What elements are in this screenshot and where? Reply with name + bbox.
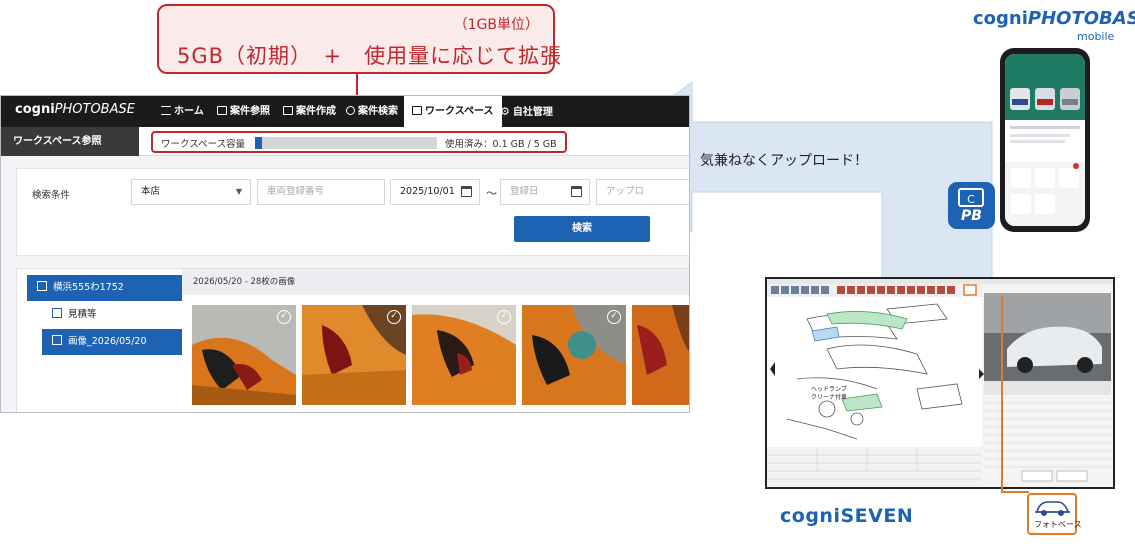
parts-catalog-window: ヘッドランプ クリーナ付車 xyxy=(767,279,1113,487)
checkbox[interactable] xyxy=(52,335,62,345)
logo-suffix: PHOTOBASE xyxy=(54,102,135,117)
unit-note: （1GB単位） xyxy=(453,17,539,33)
capacity-callout: （1GB単位） 5GB（初期） + 使用量に応じて拡張 xyxy=(157,4,561,74)
image-thumbnail[interactable]: ✓ xyxy=(522,305,626,405)
image-icon xyxy=(217,106,227,115)
mobile-app-screen xyxy=(1005,54,1085,226)
check-icon[interactable]: ✓ xyxy=(387,310,401,324)
search-panel: 検索条件 本店 ▼ 車両登録番号 2025/10/01 〜 登録日 アップロ 検… xyxy=(16,168,689,256)
top-navbar: cogniPHOTOBASE ホーム 案件参照 案件作成 案件検索 ワークスペー… xyxy=(1,96,689,127)
nav-company-admin-label: 自社管理 xyxy=(512,107,553,118)
brand-suffix: PHOTOBASE xyxy=(1027,8,1135,29)
workspace-icon xyxy=(412,106,422,115)
nav-home-label: ホーム xyxy=(174,106,204,117)
nav-case-view-label: 案件参照 xyxy=(230,106,270,117)
image-thumbnail[interactable]: ✓ xyxy=(302,305,406,405)
date-to-input[interactable]: 登録日 xyxy=(500,179,590,205)
photobase-logo[interactable]: cogniPHOTOBASE xyxy=(15,102,135,117)
image-thumbnail[interactable] xyxy=(632,305,689,405)
headlamp-label: ヘッドランプ xyxy=(811,386,847,393)
upload-message: 気兼ねなくアップロード！ xyxy=(700,153,868,169)
date-to-placeholder: 登録日 xyxy=(510,186,539,197)
tree-item-label: 見積等 xyxy=(68,309,97,320)
images-header: 2026/05/20 - 28枚の画像 xyxy=(182,269,689,295)
page-title: ワークスペース参照 xyxy=(1,127,139,156)
car-photo xyxy=(632,305,689,405)
nav-case-search-label: 案件検索 xyxy=(358,106,398,117)
search-button[interactable]: 検索 xyxy=(514,216,650,242)
tree-item-vehicle[interactable]: 横浜555わ1752 xyxy=(27,275,182,301)
nav-case-search[interactable]: 案件検索 xyxy=(346,96,398,127)
tree-item-estimate[interactable]: 見積等 xyxy=(42,302,182,328)
check-icon[interactable]: ✓ xyxy=(607,310,621,324)
cogniseven-screenshot: ヘッドランプ クリーナ付車 xyxy=(765,277,1115,489)
date-from-input[interactable]: 2025/10/01 xyxy=(390,179,480,205)
checkbox[interactable] xyxy=(37,281,47,291)
checkbox[interactable] xyxy=(52,308,62,318)
image-list-panel: 横浜555わ1752 見積等 画像_2026/05/20 2026/05/20 … xyxy=(16,268,689,412)
check-icon[interactable]: ✓ xyxy=(277,310,291,324)
workspace-capacity: ワークスペース容量 使用済み：0.1 GB / 5 GB xyxy=(151,131,567,153)
nav-home[interactable]: ホーム xyxy=(161,96,204,127)
brand-prefix: cogni xyxy=(780,505,841,527)
plate-number-input[interactable]: 車両登録番号 xyxy=(257,179,385,205)
image-thumbnail[interactable]: ✓ xyxy=(412,305,516,405)
connector-line xyxy=(1001,491,1029,493)
list-icon xyxy=(161,106,171,115)
brand-prefix: cogni xyxy=(973,8,1028,29)
add-image-icon xyxy=(283,106,293,115)
check-icon[interactable]: ✓ xyxy=(497,310,511,324)
tree-item-label: 横浜555わ1752 xyxy=(53,282,124,293)
smartphone xyxy=(1000,48,1090,232)
search-icon xyxy=(346,106,355,115)
phone-screen xyxy=(1005,54,1085,226)
brand-suffix: SEVEN xyxy=(840,505,914,527)
photobase-button-icon[interactable]: フォトベース xyxy=(1027,493,1082,535)
nav-workspace-label: ワークスペース xyxy=(425,106,494,117)
nav-case-view[interactable]: 案件参照 xyxy=(217,96,270,127)
search-conditions-label: 検索条件 xyxy=(32,190,71,201)
photobase-web-screenshot: cogniPHOTOBASE ホーム 案件参照 案件作成 案件検索 ワークスペー… xyxy=(0,95,690,413)
connector-line xyxy=(1001,296,1003,493)
car-icon xyxy=(1035,501,1070,516)
brand-mobile-label: mobile xyxy=(1077,30,1115,43)
upload-date-input[interactable]: アップロ xyxy=(596,179,689,205)
svg-text:C: C xyxy=(967,193,975,206)
capacity-bar xyxy=(255,137,437,149)
pb-app-icon[interactable]: C PB xyxy=(948,182,995,229)
capacity-label: ワークスペース容量 xyxy=(161,139,246,150)
photobase-button-label: フォトベース xyxy=(1034,520,1082,529)
gear-icon: ⚙ xyxy=(500,105,510,118)
date-range-separator: 〜 xyxy=(486,187,497,200)
date-from-value: 2025/10/01 xyxy=(400,186,455,197)
nav-workspace[interactable]: ワークスペース xyxy=(404,96,502,127)
tree-item-images-folder[interactable]: 画像_2026/05/20 xyxy=(42,329,182,355)
calendar-icon[interactable] xyxy=(571,186,582,197)
store-select-value: 本店 xyxy=(141,186,161,197)
nav-case-create-label: 案件作成 xyxy=(296,106,336,117)
pb-app-label: PB xyxy=(961,208,982,224)
cogniseven-brand-logo: cogniSEVEN xyxy=(780,505,913,527)
capacity-bar-fill xyxy=(255,137,262,149)
calendar-icon[interactable] xyxy=(461,186,472,197)
nav-company-admin[interactable]: ⚙ 自社管理 xyxy=(500,96,553,127)
image-thumbnail[interactable]: ✓ xyxy=(192,305,296,405)
capacity-used-text: 使用済み：0.1 GB / 5 GB xyxy=(445,139,557,150)
nav-case-create[interactable]: 案件作成 xyxy=(283,96,336,127)
logo-prefix: cogni xyxy=(15,102,55,117)
cleaner-label: クリーナ付車 xyxy=(811,393,847,401)
store-select[interactable]: 本店 ▼ xyxy=(131,179,251,205)
chevron-down-icon: ▼ xyxy=(235,187,242,196)
tree-item-label: 画像_2026/05/20 xyxy=(68,336,147,347)
callout-main-text: 5GB（初期） + 使用量に応じて拡張 xyxy=(177,44,563,68)
photobase-brand-logo: cogniPHOTOBASE xyxy=(973,10,1135,28)
